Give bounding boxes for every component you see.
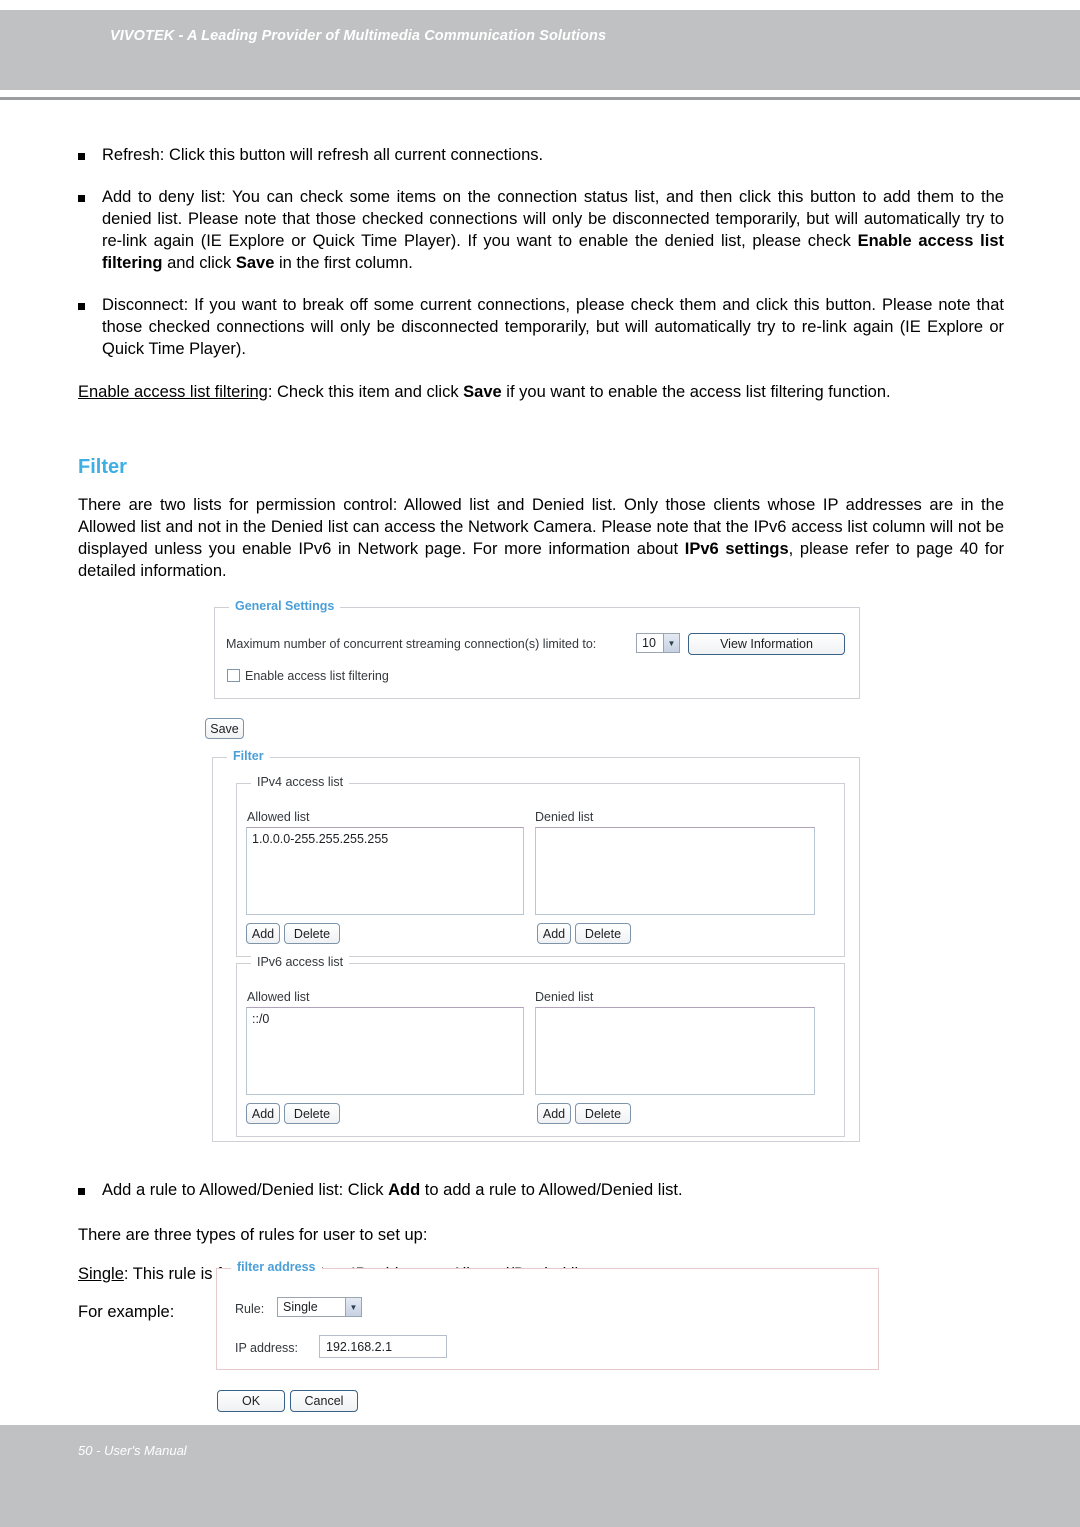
line-three-types-of-rules: There are three types of rules for user …	[78, 1225, 1004, 1247]
chevron-down-icon: ▼	[345, 1298, 361, 1316]
enable-access-list-filtering-checkbox[interactable]	[227, 669, 240, 682]
ipv4-denied-add-button[interactable]: Add	[537, 923, 571, 944]
paragraph-enable-access-list-filtering: Enable access list filtering: Check this…	[78, 382, 1004, 404]
save-button[interactable]: Save	[205, 718, 244, 739]
rule-label: Rule:	[235, 1302, 265, 1316]
bullet-add-to-deny-list: Add to deny list: You can check some ite…	[78, 187, 1004, 274]
paragraph-filter-intro: There are two lists for permission contr…	[78, 495, 1004, 582]
section-title-filter: Filter	[78, 455, 127, 478]
ipv6-access-list-legend: IPv6 access list	[251, 955, 350, 969]
bullet-refresh: Refresh: Click this button will refresh …	[78, 145, 1004, 167]
ipv6-denied-list-box[interactable]	[535, 1007, 815, 1095]
bullet-add-rule-text-start: Add a rule to Allowed/Denied list: Click	[102, 1180, 389, 1199]
bullet-add-rule-bold-add: Add	[388, 1180, 421, 1199]
ipv6-denied-add-button[interactable]: Add	[537, 1103, 571, 1124]
ipv4-denied-list-label: Denied list	[535, 810, 594, 824]
for-example-text: For example:	[78, 1302, 175, 1321]
bullet-add-rule-text-end: to add a rule to Allowed/Denied list.	[420, 1180, 683, 1199]
page-header-title: VIVOTEK - A Leading Provider of Multimed…	[110, 28, 607, 44]
ip-address-input[interactable]: 192.168.2.1	[319, 1335, 447, 1358]
bullet-disconnect-text: Disconnect: If you want to break off som…	[102, 296, 1004, 359]
filter-panel-legend: Filter	[227, 749, 270, 763]
bullet-add-deny-bold-2: Save	[235, 253, 275, 272]
ok-button[interactable]: OK	[217, 1390, 285, 1412]
ip-address-label: IP address:	[235, 1341, 299, 1355]
enable-access-list-filtering-label: Enable access list filtering	[245, 669, 389, 683]
max-connections-label: Maximum number of concurrent streaming c…	[226, 637, 597, 651]
enable-filtering-bold-save: Save	[463, 382, 502, 401]
ipv6-denied-list-label: Denied list	[535, 990, 594, 1004]
ipv6-allowed-delete-button[interactable]: Delete	[284, 1103, 340, 1124]
ipv4-denied-list-box[interactable]	[535, 827, 815, 915]
enable-filtering-text-mid: : Check this item and click	[267, 382, 464, 401]
enable-filtering-underlined-term: Enable access list filtering	[78, 382, 268, 401]
rule-select-value: Single	[283, 1300, 318, 1314]
bullet-add-deny-text-end: in the first column.	[274, 253, 413, 272]
document-body: Refresh: Click this button will refresh …	[78, 128, 1004, 600]
bullet-add-deny-text-mid: and click	[162, 253, 236, 272]
single-underlined-term: Single	[78, 1264, 124, 1283]
ipv4-allowed-list-box[interactable]: 1.0.0.0-255.255.255.255	[246, 827, 524, 915]
ipv4-allowed-add-button[interactable]: Add	[246, 923, 280, 944]
ipv6-denied-delete-button[interactable]: Delete	[575, 1103, 631, 1124]
page-header-bar	[0, 10, 1080, 90]
max-connections-select-value: 10	[642, 636, 656, 650]
ipv6-allowed-list-label: Allowed list	[247, 990, 310, 1004]
ipv4-access-list-legend: IPv4 access list	[251, 775, 350, 789]
bullet-disconnect: Disconnect: If you want to break off som…	[78, 295, 1004, 360]
page-footer-bar	[0, 1425, 1080, 1527]
bullet-refresh-text: Refresh: Click this button will refresh …	[102, 145, 544, 164]
view-information-button[interactable]: View Information	[688, 633, 845, 655]
ipv4-allowed-list-label: Allowed list	[247, 810, 310, 824]
header-divider-rule	[0, 97, 1080, 100]
max-connections-select[interactable]: 10 ▼	[636, 633, 680, 653]
filter-intro-bold-ipv6-settings: IPv6 settings	[684, 539, 789, 558]
three-types-text: There are three types of rules for user …	[78, 1226, 428, 1245]
filter-address-panel: filter address	[216, 1260, 879, 1370]
ipv6-allowed-list-box[interactable]: ::/0	[246, 1007, 524, 1095]
ipv6-allowed-add-button[interactable]: Add	[246, 1103, 280, 1124]
ipv4-denied-delete-button[interactable]: Delete	[575, 923, 631, 944]
cancel-button[interactable]: Cancel	[290, 1390, 358, 1412]
general-settings-legend: General Settings	[229, 599, 341, 613]
ipv4-allowed-delete-button[interactable]: Delete	[284, 923, 340, 944]
filter-address-legend: filter address	[231, 1260, 322, 1274]
enable-filtering-text-end: if you want to enable the access list fi…	[501, 382, 891, 401]
chevron-down-icon: ▼	[663, 634, 679, 652]
bullet-add-a-rule: Add a rule to Allowed/Denied list: Click…	[78, 1180, 1004, 1202]
rule-select[interactable]: Single ▼	[277, 1297, 362, 1317]
page-footer-text: 50 - User's Manual	[78, 1443, 187, 1458]
